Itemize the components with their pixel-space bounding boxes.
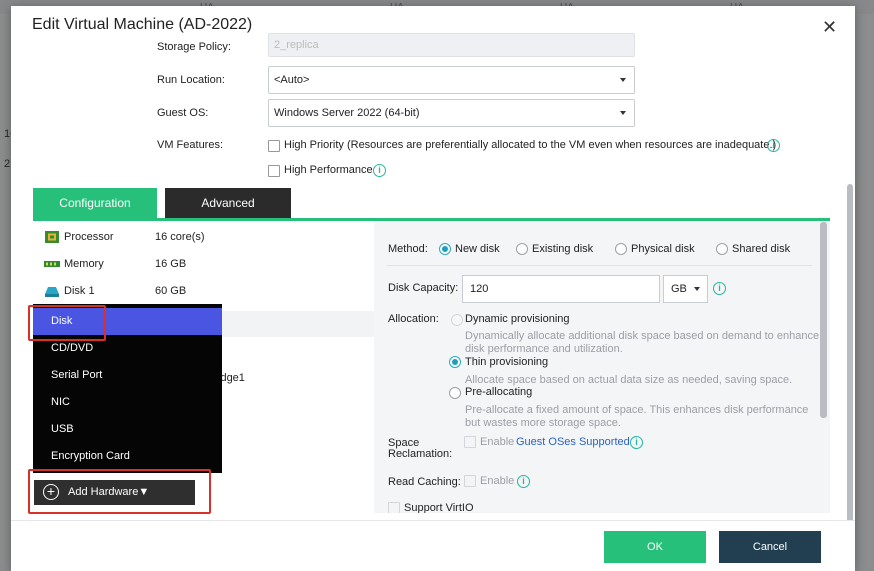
close-icon[interactable]: ✕ bbox=[822, 18, 837, 36]
hardware-name: Disk 1 bbox=[64, 285, 95, 297]
run-location-label: Run Location: bbox=[157, 74, 225, 86]
hardware-value: 16 core(s) bbox=[155, 231, 205, 243]
allocation-option-label: Pre-allocating bbox=[465, 386, 533, 398]
tab-advanced[interactable]: Advanced bbox=[165, 188, 291, 219]
tab-configuration[interactable]: Configuration bbox=[33, 188, 157, 219]
allocation-radio-dynamic bbox=[451, 314, 463, 326]
method-option-label: Physical disk bbox=[631, 243, 695, 255]
guest-os-select[interactable]: Windows Server 2022 (64-bit) bbox=[268, 99, 635, 127]
info-icon[interactable]: i bbox=[517, 475, 530, 488]
divider bbox=[387, 265, 812, 266]
capacity-unit-select[interactable]: GB bbox=[663, 275, 708, 303]
cancel-button[interactable]: Cancel bbox=[719, 531, 821, 563]
menu-item-nic[interactable]: NIC bbox=[33, 389, 222, 416]
high-priority-checkbox[interactable] bbox=[268, 140, 280, 152]
method-label: Method: bbox=[388, 243, 428, 255]
space-reclamation-checkbox bbox=[464, 436, 476, 448]
storage-policy-value: 2_replica bbox=[274, 39, 319, 51]
method-radio-existing-disk[interactable] bbox=[516, 243, 528, 255]
method-radio-physical-disk[interactable] bbox=[615, 243, 627, 255]
ok-button[interactable]: OK bbox=[604, 531, 706, 563]
edit-vm-dialog: Edit Virtual Machine (AD-2022) ✕ Storage… bbox=[11, 6, 855, 571]
menu-item-serial-port[interactable]: Serial Port bbox=[33, 362, 222, 389]
menu-item-cd-dvd[interactable]: CD/DVD bbox=[33, 335, 222, 362]
disk-config-panel: Method: New disk Existing disk Physical … bbox=[374, 221, 830, 513]
plus-icon: + bbox=[43, 484, 59, 500]
add-hardware-label: Add Hardware▼ bbox=[68, 486, 150, 498]
memory-icon bbox=[44, 257, 60, 270]
allocation-option-desc: but wastes more storage space. bbox=[465, 417, 621, 429]
info-icon[interactable]: i bbox=[373, 164, 386, 177]
allocation-option-label: Thin provisioning bbox=[465, 356, 549, 368]
hardware-row-memory[interactable]: Memory 16 GB bbox=[33, 250, 374, 277]
high-performance-label: High Performance bbox=[284, 164, 373, 176]
menu-item-disk[interactable]: Disk bbox=[33, 308, 222, 335]
hardware-value: 16 GB bbox=[155, 258, 187, 270]
info-icon[interactable]: i bbox=[767, 139, 780, 152]
allocation-option-desc: disk performance and utilization. bbox=[465, 343, 623, 355]
allocation-option-desc: Allocate space based on actual data size… bbox=[465, 374, 793, 386]
guest-oses-supported-link[interactable]: Guest OSes Supported bbox=[516, 436, 630, 448]
disk-icon bbox=[44, 284, 60, 297]
run-location-select[interactable]: <Auto> bbox=[268, 66, 635, 94]
hardware-name: Processor bbox=[64, 231, 114, 243]
capacity-unit-value: GB bbox=[671, 283, 687, 295]
guest-os-value: Windows Server 2022 (64-bit) bbox=[274, 107, 420, 119]
dialog-scrollbar[interactable] bbox=[847, 184, 853, 522]
dialog-footer: OK Cancel bbox=[11, 520, 855, 571]
storage-policy-select: 2_replica bbox=[268, 33, 635, 57]
processor-icon bbox=[44, 230, 60, 243]
storage-policy-label: Storage Policy: bbox=[157, 41, 231, 53]
disk-capacity-label: Disk Capacity: bbox=[388, 282, 459, 294]
high-performance-checkbox[interactable] bbox=[268, 165, 280, 177]
panel-scrollbar[interactable] bbox=[820, 222, 827, 418]
support-virtio-label: Support VirtIO bbox=[404, 502, 474, 513]
allocation-option-desc: Pre-allocate a fixed amount of space. Th… bbox=[465, 404, 809, 416]
read-caching-enable: Enable bbox=[480, 475, 515, 487]
info-icon[interactable]: i bbox=[713, 282, 726, 295]
hardware-value: 60 GB bbox=[155, 285, 187, 297]
hardware-row-disk[interactable]: Disk 1 60 GB bbox=[33, 277, 374, 304]
allocation-label: Allocation: bbox=[388, 313, 439, 325]
chevron-down-icon bbox=[694, 287, 700, 291]
method-radio-shared-disk[interactable] bbox=[716, 243, 728, 255]
disk-capacity-input[interactable]: 120 bbox=[462, 275, 660, 303]
dialog-title: Edit Virtual Machine (AD-2022) bbox=[32, 16, 253, 33]
guest-os-label: Guest OS: bbox=[157, 107, 209, 119]
chevron-down-icon bbox=[620, 111, 626, 115]
menu-item-usb[interactable]: USB bbox=[33, 416, 222, 443]
allocation-option-label: Dynamic provisioning bbox=[465, 313, 570, 325]
space-reclamation-label: Reclamation: bbox=[388, 448, 453, 460]
support-virtio-checkbox[interactable] bbox=[388, 502, 400, 513]
method-option-label: Existing disk bbox=[532, 243, 594, 255]
read-caching-label: Read Caching: bbox=[388, 476, 461, 488]
allocation-radio-preallocating[interactable] bbox=[449, 387, 461, 399]
space-reclamation-enable: Enable bbox=[480, 436, 515, 448]
vm-features-label: VM Features: bbox=[157, 139, 224, 151]
allocation-option-desc: Dynamically allocate additional disk spa… bbox=[465, 330, 820, 342]
info-icon[interactable]: i bbox=[630, 436, 643, 449]
add-hardware-menu: Disk CD/DVD Serial Port NIC USB Encrypti… bbox=[33, 304, 222, 473]
method-radio-new-disk[interactable] bbox=[439, 243, 451, 255]
menu-item-encryption-card[interactable]: Encryption Card bbox=[33, 443, 222, 470]
allocation-radio-thin[interactable] bbox=[449, 356, 461, 368]
method-option-label: Shared disk bbox=[732, 243, 791, 255]
high-priority-label: High Priority (Resources are preferentia… bbox=[284, 139, 777, 151]
add-hardware-button[interactable]: + Add Hardware▼ bbox=[34, 480, 195, 505]
hardware-row-processor[interactable]: Processor 16 core(s) bbox=[33, 223, 374, 250]
hardware-name: Memory bbox=[64, 258, 104, 270]
read-caching-checkbox bbox=[464, 475, 476, 487]
run-location-value: <Auto> bbox=[274, 74, 310, 86]
chevron-down-icon bbox=[620, 78, 626, 82]
method-option-label: New disk bbox=[455, 243, 500, 255]
